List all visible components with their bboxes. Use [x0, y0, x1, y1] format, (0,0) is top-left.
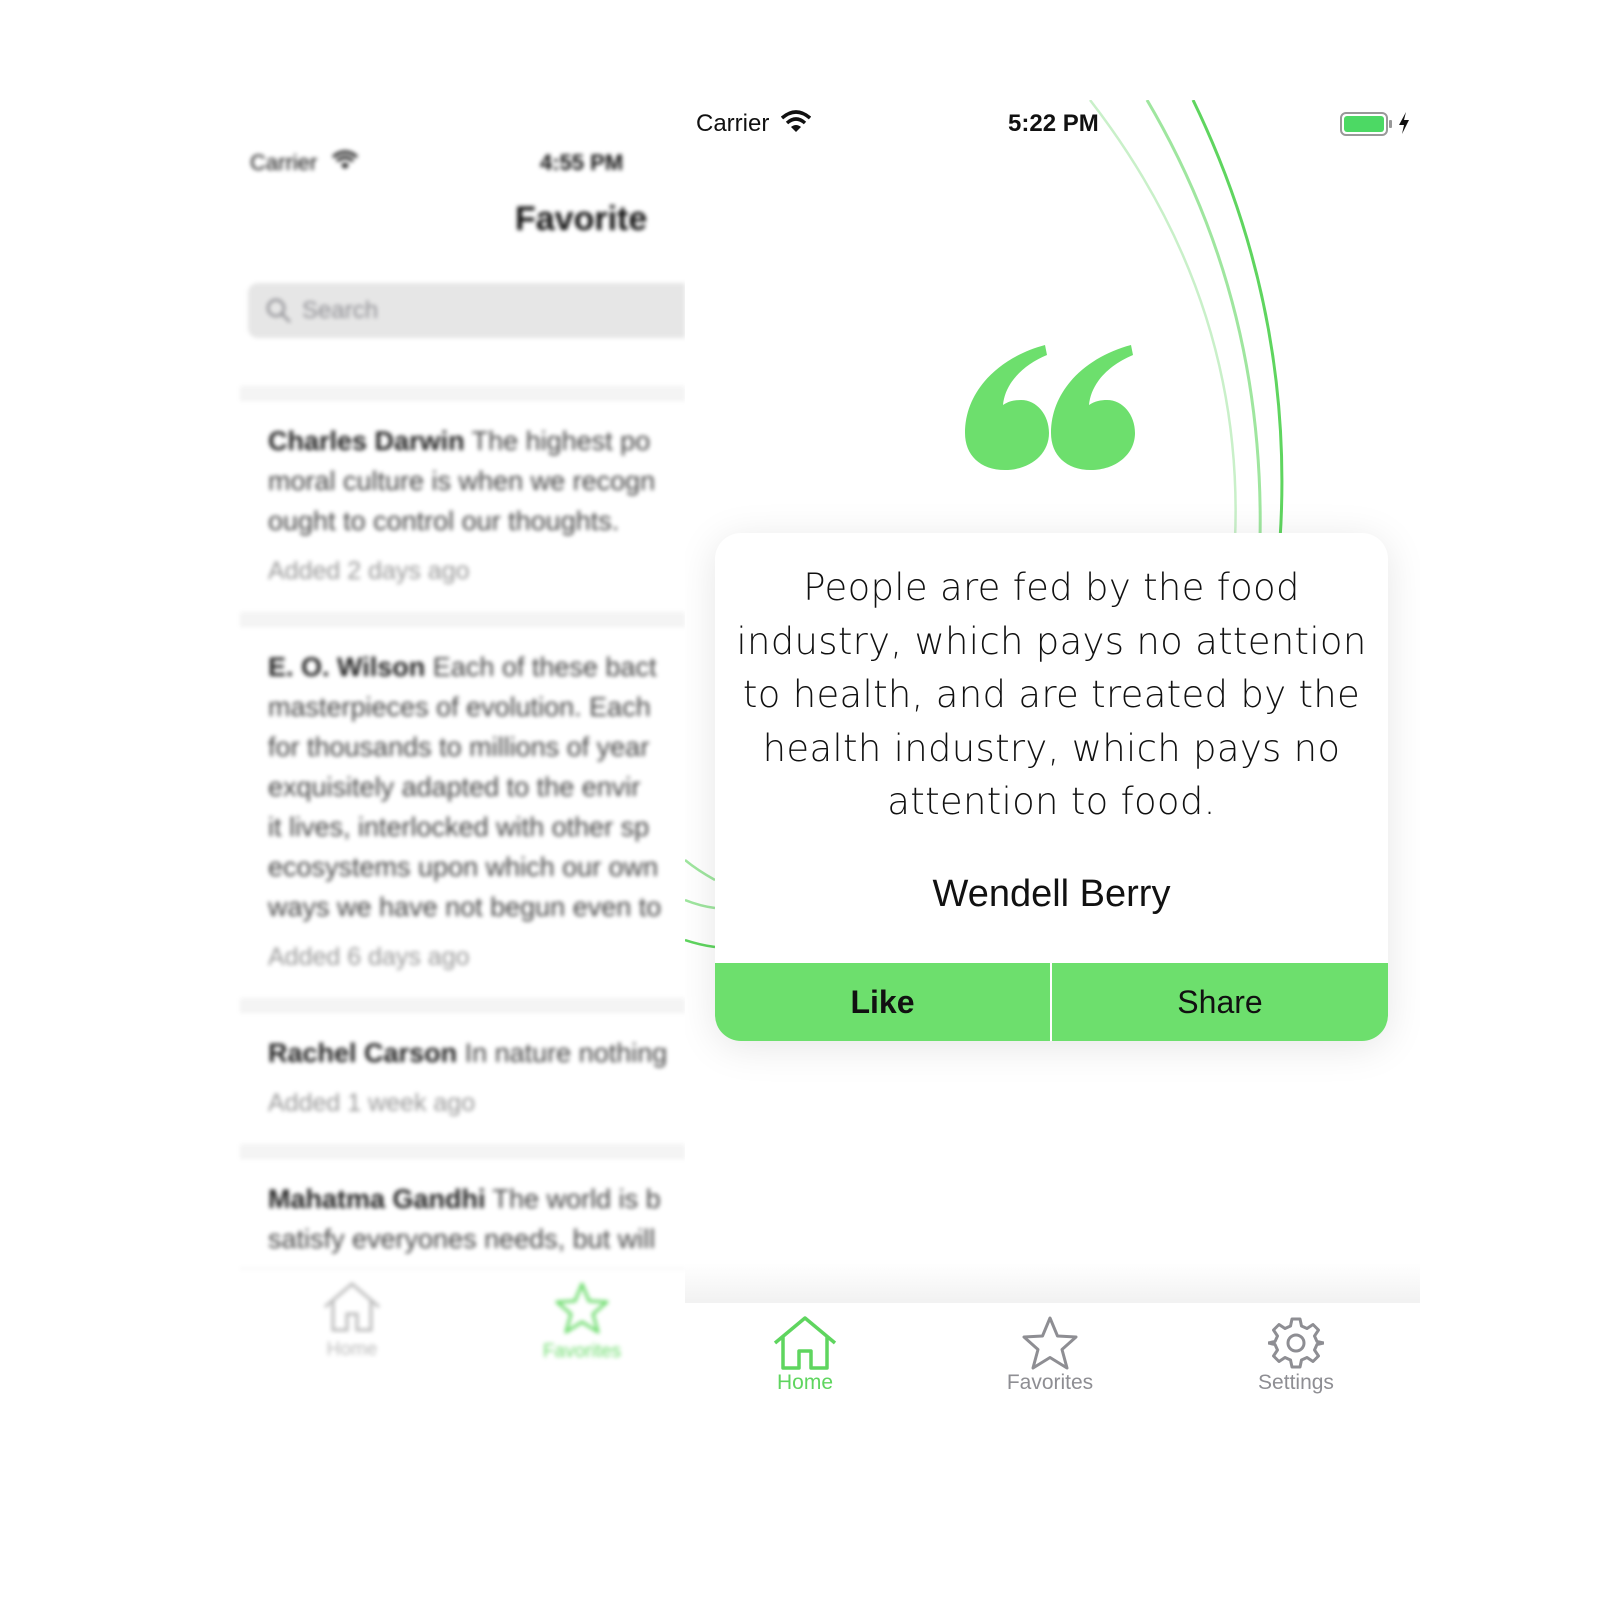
back-tab-home[interactable]: Home [292, 1281, 412, 1361]
list-item-text: In nature nothing [464, 1038, 668, 1068]
list-item[interactable]: E. O. Wilson Each of these bact masterpi… [240, 626, 685, 994]
list-item-added: Added 2 days ago [268, 557, 470, 585]
charging-bolt-icon [1397, 111, 1411, 140]
back-tab-favorites[interactable]: Favorites [522, 1281, 642, 1363]
tab-favorites-label: Favorites [1006, 1371, 1094, 1394]
quote-home-screen: Carrier 5:22 PM People are fed by the fo… [685, 100, 1420, 1410]
tab-favorites[interactable]: Favorites [980, 1315, 1120, 1395]
back-favorites-list: Charles Darwin The highest po moral cult… [240, 400, 685, 1299]
like-button[interactable]: Like [715, 963, 1050, 1041]
back-status-carrier: Carrier [250, 150, 318, 175]
wifi-icon [780, 109, 812, 138]
back-search-field[interactable]: Search [248, 283, 685, 338]
star-icon [555, 1282, 609, 1334]
list-item[interactable]: Mahatma Gandhi The world is b satisfy ev… [240, 1158, 685, 1281]
tab-settings[interactable]: Settings [1226, 1315, 1366, 1395]
tab-home[interactable]: Home [735, 1315, 875, 1395]
list-item-text: Each of these bact masterpieces of evolu… [268, 652, 662, 922]
gear-icon [1268, 1317, 1324, 1369]
back-wifi-icon [332, 150, 358, 175]
list-item-author: Charles Darwin [268, 426, 465, 456]
list-item[interactable]: Rachel Carson In nature nothing Added 1 … [240, 1012, 685, 1140]
list-item-added: Added 6 days ago [268, 943, 470, 971]
back-search-placeholder: Search [302, 297, 379, 324]
quote-card: People are fed by the food industry, whi… [715, 533, 1388, 1041]
search-icon [266, 298, 292, 329]
status-time: 5:22 PM [1008, 110, 1099, 137]
back-tab-bar: Home Favorites [240, 1268, 685, 1410]
tab-bar: Home Favorites Settings [685, 1303, 1420, 1410]
list-item[interactable]: Charles Darwin The highest po moral cult… [240, 400, 685, 608]
status-carrier: Carrier [696, 110, 770, 137]
tab-home-label: Home [776, 1371, 834, 1394]
tab-settings-label: Settings [1258, 1371, 1334, 1394]
tab-bar-shadow [685, 1263, 1420, 1303]
quote-text: People are fed by the food industry, whi… [736, 566, 1367, 823]
list-item-author: E. O. Wilson [268, 652, 426, 682]
home-icon [773, 1316, 837, 1370]
back-tab-favorites-label: Favorites [542, 1341, 622, 1362]
home-icon [324, 1282, 380, 1332]
share-button[interactable]: Share [1052, 963, 1388, 1041]
star-icon [1022, 1316, 1078, 1370]
background-favorites-screen: Carrier 4:55 PM Favorite Search Charles … [240, 130, 685, 1410]
quote-author: Wendell Berry [932, 873, 1171, 915]
list-item-author: Mahatma Gandhi [268, 1184, 486, 1214]
back-status-time: 4:55 PM [540, 150, 624, 175]
battery-icon [1340, 112, 1394, 141]
quote-mark-icon [965, 345, 1135, 475]
back-page-title: Favorite [515, 200, 648, 238]
list-item-added: Added 1 week ago [268, 1089, 476, 1117]
back-tab-home-label: Home [326, 1339, 378, 1360]
list-item-author: Rachel Carson [268, 1038, 458, 1068]
